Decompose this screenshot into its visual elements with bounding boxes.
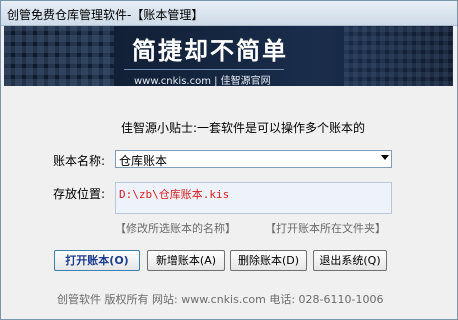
title-bar[interactable]: 创管免费仓库管理软件-【账本管理】 [1,1,457,26]
path-value: D:\zb\仓库账本.kis [119,188,230,201]
banner-divider [124,69,284,70]
path-label: 存放位置: [53,187,106,201]
path-field[interactable]: D:\zb\仓库账本.kis [115,182,392,214]
banner-pattern-right [344,26,453,86]
add-account-button[interactable]: 新增账本(A) [147,250,225,271]
open-account-button[interactable]: 打开账本(O) [54,250,140,271]
account-name-select[interactable]: 仓库账本 [115,150,392,168]
tip-text: 佳智源小贴士:一套软件是可以操作多个账本的 [121,121,366,135]
delete-account-button[interactable]: 删除账本(D) [230,250,307,271]
account-name-label: 账本名称: [53,154,106,168]
account-manager-window: 创管免费仓库管理软件-【账本管理】 简捷却不简单 www.cnkis.com |… [0,0,458,320]
banner-site: www.cnkis.com | 佳智源官网 [134,76,271,86]
account-name-value: 仓库账本 [119,154,168,168]
banner-slogan: 简捷却不简单 [132,36,288,65]
footer-copyright: 创管软件 版权所有 网站: www.cnkis.com 电话: 028-6110… [57,293,384,306]
chevron-down-icon[interactable] [381,155,389,160]
exit-button[interactable]: 退出系统(Q) [313,250,387,271]
rename-account-link[interactable]: 【修改所选账本的名称】 [115,220,236,236]
banner-pattern-left [4,26,114,86]
open-folder-link[interactable]: 【打开账本所在文件夹】 [265,220,386,236]
banner: 简捷却不简单 www.cnkis.com | 佳智源官网 [4,26,453,86]
window-title: 创管免费仓库管理软件-【账本管理】 [7,8,204,22]
